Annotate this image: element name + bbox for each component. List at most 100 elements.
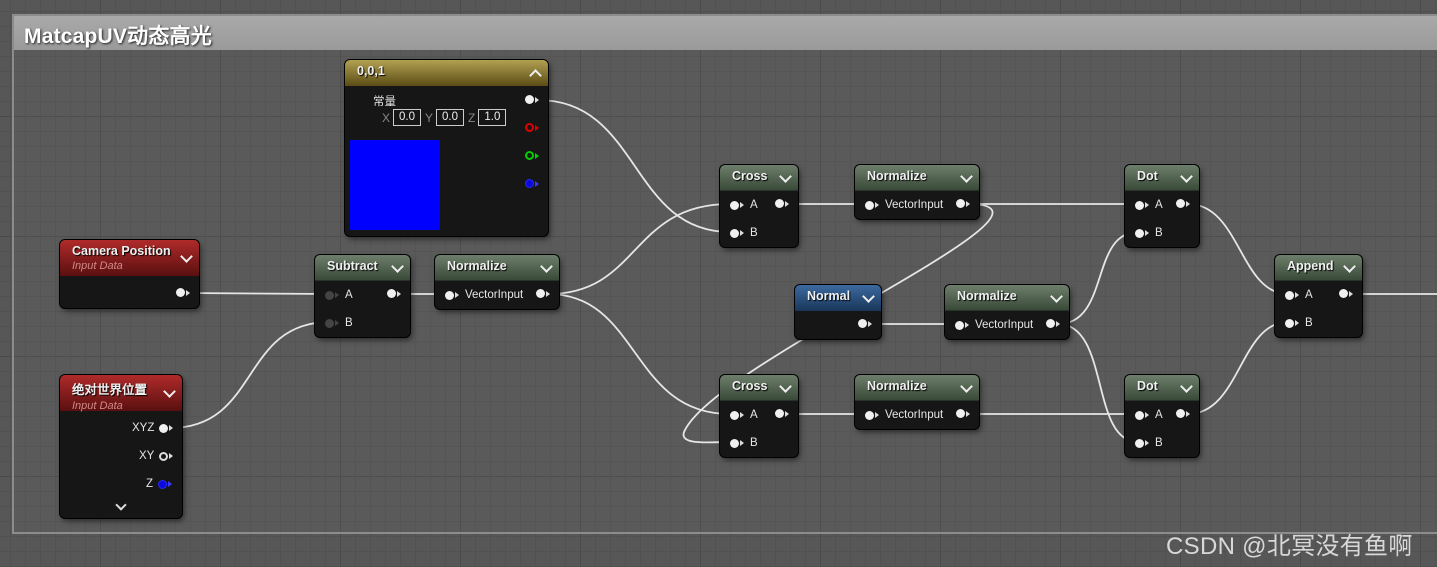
color-preview-swatch [350,140,440,230]
dot-node-1[interactable]: Dot A B [1125,165,1199,247]
normalize-3-header[interactable]: Normalize [945,285,1069,311]
wire-normalize1-to-cross2-a [547,293,731,415]
dot-2-title: Dot [1137,379,1158,393]
collapse-chevron-icon[interactable] [960,380,973,393]
cross-2-input-b-pin[interactable]: B [730,437,758,449]
normalize-2-title: Normalize [867,169,927,183]
normalize-1-input-pin[interactable]: VectorInput [445,289,523,301]
dot-1-input-a-pin[interactable]: A [1135,199,1163,211]
constant-node-header[interactable]: 0,0,1 [345,60,548,86]
normalize-3-input-pin[interactable]: VectorInput [955,319,1033,331]
subtract-output-pin[interactable] [387,289,401,298]
collapse-chevron-icon[interactable] [960,170,973,183]
collapse-chevron-icon[interactable] [529,69,542,82]
subtract-title: Subtract [327,259,378,273]
dot-2-input-b-pin[interactable]: B [1135,437,1163,449]
cross-2-output-pin[interactable] [775,409,789,418]
cross-1-header[interactable]: Cross [720,165,798,191]
dot-2-header[interactable]: Dot [1125,375,1199,401]
append-input-a-pin[interactable]: A [1285,289,1313,301]
append-title: Append [1287,259,1334,273]
collapse-chevron-icon[interactable] [862,290,875,303]
constant-vector-node[interactable]: 0,0,1 常量 X 0.0 Y 0.0 Z 1.0 [345,60,548,236]
normalize-node-1[interactable]: Normalize VectorInput [435,255,559,309]
dot-1-header[interactable]: Dot [1125,165,1199,191]
normalize-4-header[interactable]: Normalize [855,375,979,401]
append-header[interactable]: Append [1275,255,1362,281]
dot-node-2[interactable]: Dot A B [1125,375,1199,457]
cross-1-input-b-pin[interactable]: B [730,227,758,239]
normalize-node-4[interactable]: Normalize VectorInput [855,375,979,429]
subtract-header[interactable]: Subtract [315,255,410,281]
camera-position-subtitle: Input Data [72,260,123,272]
cross-1-output-pin[interactable] [775,199,789,208]
wire-camera-to-subtract-a [185,292,331,295]
collapse-chevron-icon[interactable] [540,260,553,273]
absolute-world-position-subtitle: Input Data [72,400,123,412]
normalize-2-output-pin[interactable] [956,199,970,208]
normalize-4-output-pin[interactable] [956,409,970,418]
append-input-b-pin[interactable]: B [1285,317,1313,329]
normalize-3-output-pin[interactable] [1046,319,1060,328]
collapse-chevron-icon[interactable] [779,380,792,393]
camera-position-header[interactable]: Camera Position Input Data [60,240,199,276]
append-node[interactable]: Append A B [1275,255,1362,337]
z-value-field[interactable]: 1.0 [478,109,507,126]
cross-2-header[interactable]: Cross [720,375,798,401]
dot-1-input-b-pin[interactable]: B [1135,227,1163,239]
x-label: X [382,110,391,125]
cross-node-2[interactable]: Cross A B [720,375,798,457]
cross-1-title: Cross [732,169,768,183]
output-xy-pin[interactable]: XY [139,450,174,462]
normal-title: Normal [807,289,851,303]
normalize-1-header[interactable]: Normalize [435,255,559,281]
normal-header[interactable]: Normal [795,285,881,311]
collapse-chevron-icon[interactable] [779,170,792,183]
wire-dot1-to-append-a [1187,203,1289,295]
wire-worldpos-to-subtract-b [169,321,331,429]
absolute-world-position-header[interactable]: 绝对世界位置 Input Data [60,375,182,412]
dot-2-output-pin[interactable] [1176,409,1190,418]
collapse-chevron-icon[interactable] [1180,380,1193,393]
constant-output-g-pin[interactable] [525,151,539,160]
constant-output-r-pin[interactable] [525,123,539,132]
normalize-4-input-pin[interactable]: VectorInput [865,409,943,421]
dot-1-title: Dot [1137,169,1158,183]
cross-node-1[interactable]: Cross A B [720,165,798,247]
collapse-chevron-icon[interactable] [1343,260,1356,273]
subtract-input-a-pin[interactable]: A [325,289,353,301]
constant-vector-fields: X 0.0 Y 0.0 Z 1.0 [382,109,510,126]
constant-output-rgb-pin[interactable] [525,95,539,104]
normal-output-pin[interactable] [858,319,872,328]
collapse-chevron-icon[interactable] [391,260,404,273]
output-xyz-pin[interactable]: XYZ [132,422,174,434]
collapse-chevron-icon[interactable] [1050,290,1063,303]
dot-1-output-pin[interactable] [1176,199,1190,208]
absolute-world-position-node[interactable]: 绝对世界位置 Input Data XYZ XY Z [60,375,182,518]
constant-output-b-pin[interactable] [525,179,539,188]
dot-2-input-a-pin[interactable]: A [1135,409,1163,421]
subtract-node[interactable]: Subtract A B [315,255,410,337]
camera-position-node[interactable]: Camera Position Input Data [60,240,199,308]
normalize-node-3[interactable]: Normalize VectorInput [945,285,1069,339]
collapse-chevron-icon[interactable] [1180,170,1193,183]
cross-2-title: Cross [732,379,768,393]
camera-position-output-pin[interactable] [176,288,190,297]
watermark-text: CSDN @北冥没有鱼啊 [1166,533,1413,560]
constant-node-title: 0,0,1 [357,64,385,78]
output-z-pin[interactable]: Z [146,478,173,490]
wire-normalize1-to-cross1-a [547,203,731,295]
z-label: Z [468,110,476,125]
expand-pins-icon[interactable] [115,499,127,511]
cross-2-input-a-pin[interactable]: A [730,409,758,421]
normalize-node-2[interactable]: Normalize VectorInput [855,165,979,219]
normalize-1-output-pin[interactable] [536,289,550,298]
cross-1-input-a-pin[interactable]: A [730,199,758,211]
x-value-field[interactable]: 0.0 [393,109,422,126]
normalize-2-input-pin[interactable]: VectorInput [865,199,943,211]
append-output-pin[interactable] [1339,289,1353,298]
normal-node[interactable]: Normal [795,285,881,339]
subtract-input-b-pin[interactable]: B [325,317,353,329]
normalize-2-header[interactable]: Normalize [855,165,979,191]
y-value-field[interactable]: 0.0 [436,109,465,126]
